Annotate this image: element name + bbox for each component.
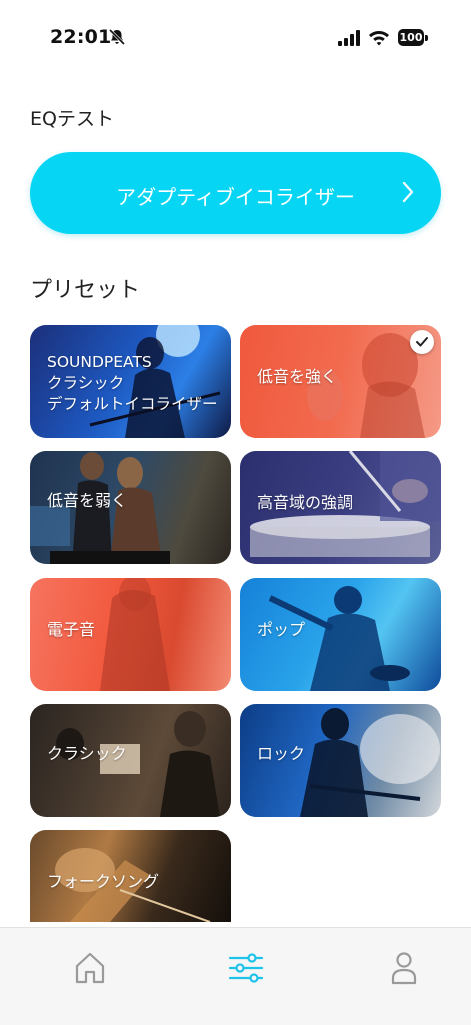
status-bar: 22:01 100 — [0, 0, 471, 64]
preset-title: プリセット — [30, 278, 141, 303]
preset-label: 電子音 — [47, 620, 96, 639]
battery-icon: 100 — [398, 29, 424, 46]
preset-label: ロック — [257, 744, 306, 763]
preset-card-rock[interactable]: ロック — [240, 704, 441, 817]
tab-bar — [0, 927, 471, 1025]
preset-card-electronic[interactable]: 電子音 — [30, 578, 231, 691]
preset-card-treble-boost[interactable]: 高音域の強調 — [240, 451, 441, 564]
preset-label: 低音を強く — [257, 367, 338, 386]
preset-label: ポップ — [257, 620, 306, 639]
preset-card-classical[interactable]: クラシック — [30, 704, 231, 817]
wifi-icon — [369, 31, 389, 46]
preset-card-bass-reduce[interactable]: 低音を弱く — [30, 451, 231, 564]
preset-label: 低音を弱く — [47, 491, 128, 510]
preset-card-folk[interactable]: フォークソング — [30, 830, 231, 922]
chevron-right-icon — [402, 181, 414, 203]
bell-off-icon — [108, 28, 126, 46]
home-icon[interactable] — [70, 948, 110, 988]
person-icon[interactable] — [384, 948, 424, 988]
preset-label: フォークソング — [47, 872, 160, 891]
preset-card-pop[interactable]: ポップ — [240, 578, 441, 691]
preset-label: SOUNDPEATS クラシック デフォルトイコライザー — [47, 353, 218, 413]
preset-card-bass-boost[interactable]: 低音を強く — [240, 325, 441, 438]
signal-icon — [338, 30, 360, 46]
sliders-icon[interactable] — [226, 948, 266, 988]
preset-label: 高音域の強調 — [257, 493, 354, 512]
battery-nub — [425, 35, 428, 41]
selected-check-icon — [410, 330, 434, 354]
preset-card-soundpeats-classic[interactable]: SOUNDPEATS クラシック デフォルトイコライザー — [30, 325, 231, 438]
adaptive-equalizer-label: アダプティブイコライザー — [116, 185, 355, 209]
status-time: 22:01 — [50, 26, 112, 48]
preset-label: クラシック — [47, 744, 127, 763]
adaptive-equalizer-button[interactable]: アダプティブイコライザー — [30, 152, 441, 234]
eq-test-title: EQテスト — [30, 108, 114, 130]
